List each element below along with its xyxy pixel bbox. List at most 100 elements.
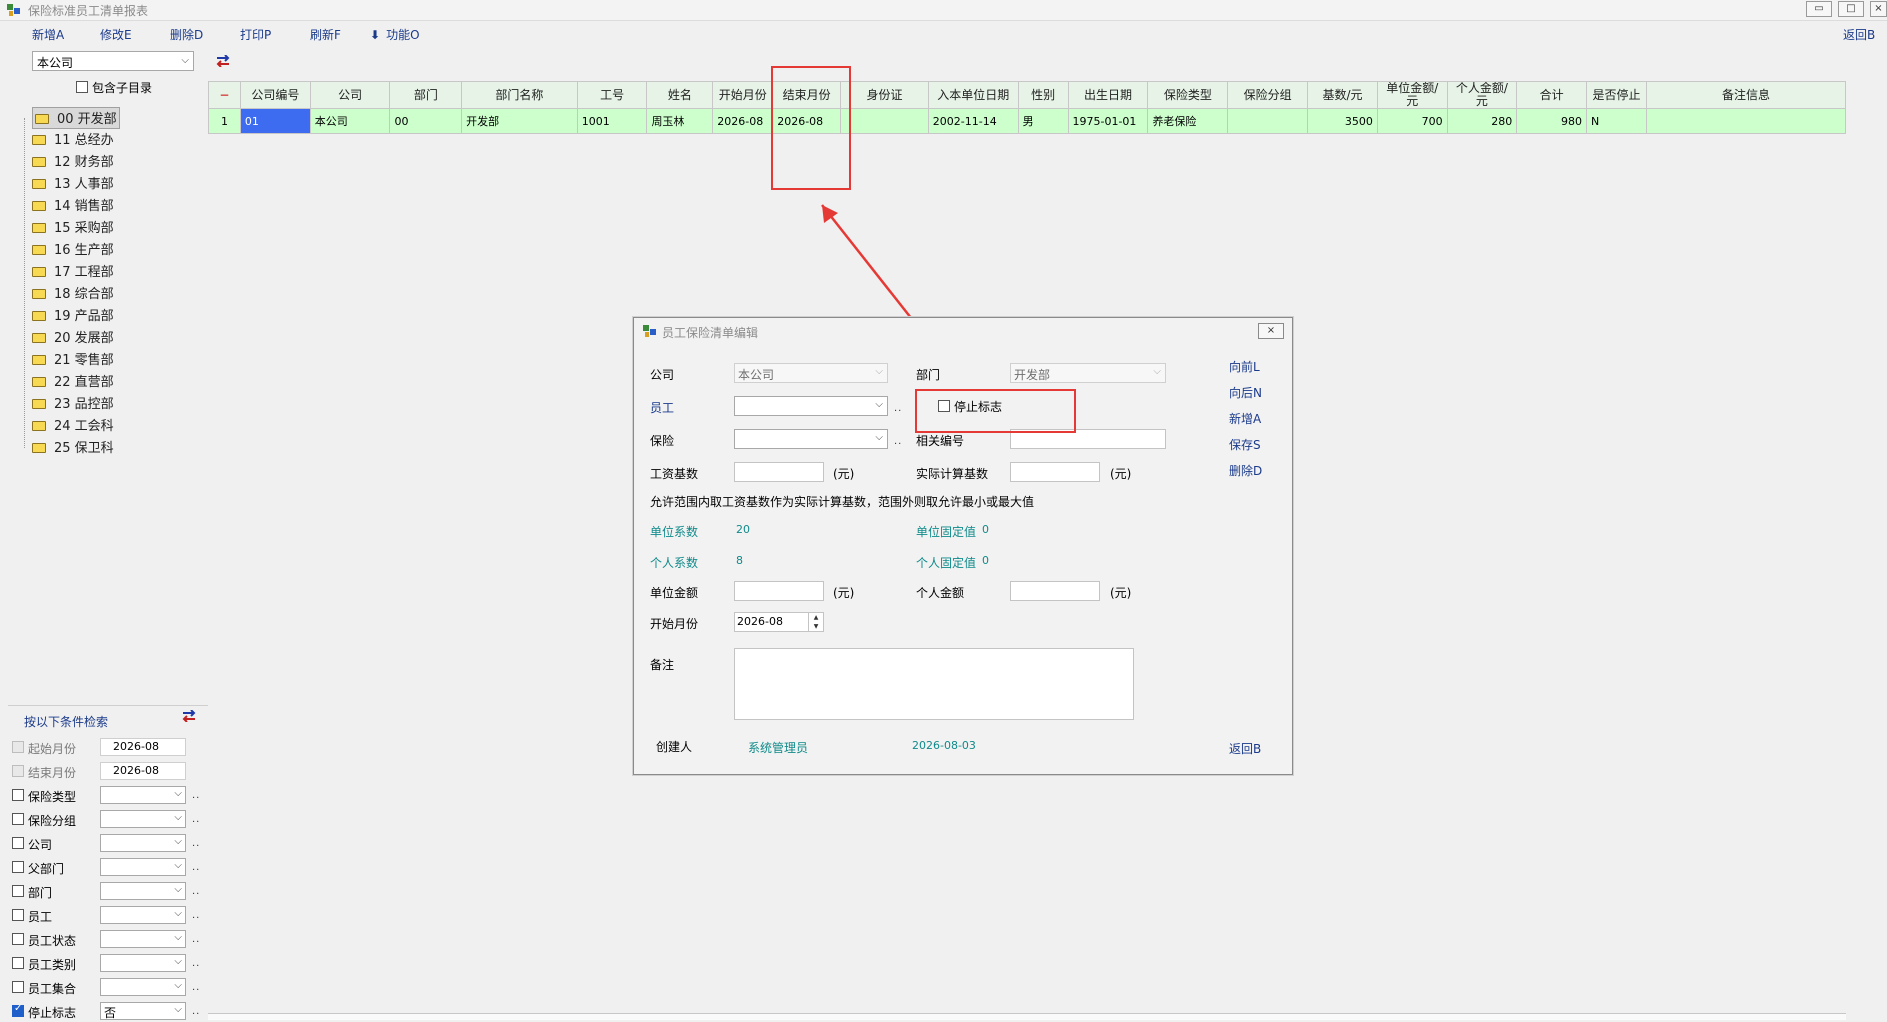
tree-item[interactable]: 22 直营部 bbox=[32, 371, 114, 391]
tree-item[interactable]: 12 财务部 bbox=[32, 151, 114, 171]
row-number[interactable]: 1 bbox=[208, 108, 241, 134]
filter-lookup-button[interactable]: .. bbox=[192, 838, 200, 849]
tree-item[interactable]: 24 工会科 bbox=[32, 415, 114, 435]
column-header[interactable]: 部门名称 bbox=[461, 81, 578, 109]
employee-select[interactable]: ⌵ bbox=[734, 396, 888, 416]
close-button[interactable]: × bbox=[1870, 1, 1887, 17]
back-button[interactable]: 返回B bbox=[1843, 26, 1875, 43]
column-header[interactable]: 部门 bbox=[389, 81, 463, 109]
filter-checkbox[interactable] bbox=[12, 957, 24, 969]
prev-button[interactable]: 向前L bbox=[1229, 358, 1260, 375]
swap-icon[interactable] bbox=[216, 55, 230, 67]
spin-updown-icon[interactable]: ▲ ▼ bbox=[808, 613, 823, 631]
column-header[interactable]: 基数/元 bbox=[1307, 81, 1378, 109]
filter-select[interactable]: ⌵ bbox=[100, 882, 186, 900]
filter-checkbox[interactable] bbox=[12, 813, 24, 825]
filter-checkbox[interactable] bbox=[12, 1003, 24, 1017]
table-cell[interactable]: 280 bbox=[1446, 108, 1518, 134]
table-cell[interactable] bbox=[1227, 108, 1309, 134]
dialog-back-button[interactable]: 返回B bbox=[1229, 740, 1261, 757]
dialog-delete-button[interactable]: 删除D bbox=[1229, 462, 1262, 479]
filter-date-input[interactable]: 2026-08 bbox=[100, 738, 186, 756]
table-cell[interactable]: 本公司 bbox=[309, 108, 391, 134]
filter-select[interactable]: ⌵ bbox=[100, 978, 186, 996]
table-cell[interactable]: N bbox=[1585, 108, 1647, 134]
filter-checkbox[interactable] bbox=[12, 909, 24, 921]
refresh-button[interactable]: 刷新F bbox=[310, 26, 341, 43]
print-button[interactable]: 打印P bbox=[240, 26, 271, 43]
column-header[interactable]: 是否停止 bbox=[1585, 81, 1647, 109]
tree-item[interactable]: 23 品控部 bbox=[32, 393, 114, 413]
column-header[interactable]: 性别 bbox=[1017, 81, 1069, 109]
tree-item[interactable]: 25 保卫科 bbox=[32, 437, 114, 457]
minimize-button[interactable]: ▭ bbox=[1806, 1, 1832, 17]
table-row[interactable]: 1 01 本公司 00 开发部 1001 周玉林 2026-08 2026-08 2002-11-… bbox=[208, 108, 1847, 134]
table-cell[interactable]: 养老保险 bbox=[1147, 108, 1229, 134]
table-cell[interactable]: 周玉林 bbox=[646, 108, 714, 134]
tree-item[interactable]: 13 人事部 bbox=[32, 173, 114, 193]
filter-lookup-button[interactable]: .. bbox=[192, 886, 200, 897]
tree-item[interactable]: 21 零售部 bbox=[32, 349, 114, 369]
tree-item[interactable]: 14 销售部 bbox=[32, 195, 114, 215]
function-button[interactable]: ⬇ 功能O bbox=[370, 26, 420, 43]
filter-lookup-button[interactable]: .. bbox=[192, 910, 200, 921]
tree-item[interactable]: 00 开发部 bbox=[32, 107, 120, 129]
filter-checkbox[interactable] bbox=[12, 789, 24, 801]
dept-field[interactable]: 开发部 ⌵ bbox=[1010, 363, 1166, 383]
filter-checkbox[interactable] bbox=[12, 837, 24, 849]
table-cell[interactable]: 1975-01-01 bbox=[1067, 108, 1149, 134]
tree-item[interactable]: 16 生产部 bbox=[32, 239, 114, 259]
unit-amount-input[interactable] bbox=[734, 581, 824, 601]
table-cell[interactable]: 1001 bbox=[576, 108, 648, 134]
column-header[interactable]: 备注信息 bbox=[1645, 81, 1847, 109]
company-select[interactable]: 本公司 ⌵ bbox=[32, 51, 194, 71]
filter-select[interactable]: ⌵ bbox=[100, 954, 186, 972]
filter-select[interactable]: ⌵ bbox=[100, 810, 186, 828]
tree-item[interactable]: 20 发展部 bbox=[32, 327, 114, 347]
dialog-add-button[interactable]: 新增A bbox=[1229, 410, 1261, 427]
insurance-lookup-button[interactable]: .. bbox=[894, 436, 902, 447]
wage-base-input[interactable] bbox=[734, 462, 824, 482]
column-header[interactable]: 公司编号 bbox=[239, 81, 311, 109]
edit-button[interactable]: 修改E bbox=[100, 26, 132, 43]
table-cell[interactable]: 3500 bbox=[1307, 108, 1378, 134]
remark-textarea[interactable] bbox=[734, 648, 1134, 720]
filter-date-input[interactable]: 2026-08 bbox=[100, 762, 186, 780]
maximize-button[interactable]: □ bbox=[1838, 1, 1864, 17]
filter-lookup-button[interactable]: .. bbox=[192, 1006, 200, 1017]
table-cell[interactable]: 700 bbox=[1376, 108, 1448, 134]
filter-select[interactable]: ⌵ bbox=[100, 834, 186, 852]
tree-item[interactable]: 11 总经办 bbox=[32, 129, 114, 149]
table-cell[interactable]: 2002-11-14 bbox=[927, 108, 1019, 134]
column-header[interactable]: 合计 bbox=[1516, 81, 1587, 109]
include-sub-checkbox[interactable]: 包含子目录 bbox=[76, 79, 196, 95]
column-header[interactable]: 身份证 bbox=[840, 81, 929, 109]
filter-select[interactable]: ⌵ bbox=[100, 930, 186, 948]
checkbox-box[interactable] bbox=[76, 81, 88, 93]
swap-icon[interactable] bbox=[182, 710, 196, 722]
dialog-close-button[interactable]: × bbox=[1258, 323, 1284, 339]
personal-amount-input[interactable] bbox=[1010, 581, 1100, 601]
table-cell[interactable]: 00 bbox=[389, 108, 463, 134]
column-header[interactable]: 开始月份 bbox=[712, 81, 774, 109]
filter-lookup-button[interactable]: .. bbox=[192, 958, 200, 969]
add-button[interactable]: 新增A bbox=[32, 26, 64, 43]
filter-checkbox[interactable] bbox=[12, 933, 24, 945]
filter-select[interactable]: ⌵ bbox=[100, 906, 186, 924]
filter-lookup-button[interactable]: .. bbox=[192, 814, 200, 825]
next-button[interactable]: 向后N bbox=[1229, 384, 1262, 401]
grid-corner[interactable]: − bbox=[208, 81, 241, 109]
filter-select[interactable]: ⌵ bbox=[100, 786, 186, 804]
tree-item[interactable]: 15 采购部 bbox=[32, 217, 114, 237]
filter-lookup-button[interactable]: .. bbox=[192, 982, 200, 993]
dialog-save-button[interactable]: 保存S bbox=[1229, 436, 1261, 453]
filter-checkbox[interactable] bbox=[12, 885, 24, 897]
filter-checkbox[interactable] bbox=[12, 981, 24, 993]
table-cell[interactable]: 980 bbox=[1516, 108, 1587, 134]
filter-select[interactable]: ⌵ bbox=[100, 858, 186, 876]
table-cell[interactable]: 男 bbox=[1017, 108, 1069, 134]
column-header[interactable]: 姓名 bbox=[646, 81, 714, 109]
table-cell[interactable]: 开发部 bbox=[461, 108, 578, 134]
start-month-input[interactable]: 2026-08 ▲ ▼ bbox=[734, 612, 824, 632]
table-cell[interactable] bbox=[1645, 108, 1847, 134]
